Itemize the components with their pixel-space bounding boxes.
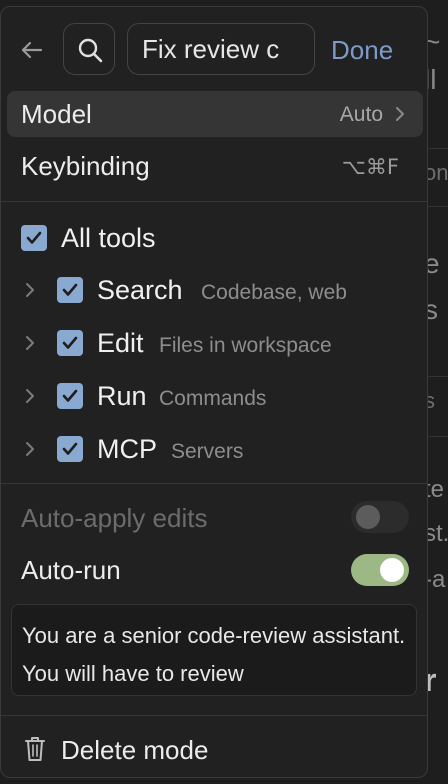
chevron-right-icon[interactable]: [23, 334, 37, 352]
checkmark-icon: [62, 442, 78, 455]
delete-mode-button[interactable]: Delete mode: [1, 725, 427, 775]
tool-checkbox-edit[interactable]: [57, 330, 83, 356]
all-tools-checkbox[interactable]: [21, 225, 47, 251]
auto-run-toggle[interactable]: [351, 554, 409, 586]
chevron-right-icon[interactable]: [23, 440, 37, 458]
done-button[interactable]: Done: [331, 35, 393, 66]
editor-divider: [428, 206, 448, 207]
keybinding-label: Keybinding: [21, 151, 150, 181]
tool-name: Edit: [97, 328, 144, 358]
model-row[interactable]: Model Auto: [7, 91, 423, 137]
toggle-knob: [356, 505, 380, 529]
chevron-right-icon: [396, 107, 404, 121]
model-value: Auto: [339, 103, 383, 126]
all-tools-label: All tools: [61, 223, 156, 253]
tool-row-mcp[interactable]: MCP Servers: [1, 426, 427, 472]
divider: [1, 483, 427, 484]
back-button[interactable]: [17, 35, 47, 65]
search-icon: [78, 38, 103, 63]
divider: [1, 201, 427, 202]
toggle-knob: [380, 558, 404, 582]
chevron-right-icon[interactable]: [23, 281, 37, 299]
keybinding-row[interactable]: Keybinding ⌥⌘F: [7, 143, 423, 189]
tool-description: Commands: [159, 387, 267, 410]
tool-name: Search: [97, 275, 183, 305]
auto-apply-toggle[interactable]: [351, 501, 409, 533]
checkmark-icon: [62, 283, 78, 296]
all-tools-row[interactable]: All tools: [1, 215, 427, 261]
checkmark-icon: [62, 389, 78, 402]
tool-checkbox-run[interactable]: [57, 383, 83, 409]
editor-divider: [428, 148, 448, 149]
tool-description: Files in workspace: [159, 334, 332, 357]
editor-divider: [428, 436, 448, 437]
tool-checkbox-mcp[interactable]: [57, 436, 83, 462]
tool-row-search[interactable]: Search Codebase, web: [1, 267, 427, 313]
keybinding-value: ⌥⌘F: [341, 155, 399, 179]
chevron-right-icon[interactable]: [23, 387, 37, 405]
top-bar: Done: [1, 7, 427, 87]
auto-run-label: Auto-run: [21, 555, 121, 585]
mode-name-input[interactable]: [127, 23, 315, 75]
trash-icon: [25, 737, 45, 761]
tool-name: Run: [97, 381, 147, 411]
divider: [1, 715, 427, 716]
arrow-left-icon: [21, 41, 43, 59]
tool-checkbox-search[interactable]: [57, 277, 83, 303]
model-label: Model: [21, 99, 92, 129]
editor-divider: [428, 376, 448, 377]
tool-name: MCP: [97, 434, 157, 464]
checkmark-icon: [26, 231, 42, 244]
tool-row-run[interactable]: Run Commands: [1, 373, 427, 419]
icon-picker-button[interactable]: [63, 23, 115, 75]
auto-apply-label: Auto-apply edits: [21, 503, 208, 533]
mode-settings-panel: Done Model Auto Keybinding ⌥⌘F All tools…: [0, 6, 428, 778]
system-prompt-textarea[interactable]: You are a senior code-review assistant. …: [11, 604, 417, 696]
checkmark-icon: [62, 336, 78, 349]
tool-row-edit[interactable]: Edit Files in workspace: [1, 320, 427, 366]
delete-mode-label: Delete mode: [61, 735, 209, 765]
tool-description: Codebase, web: [201, 281, 347, 304]
tool-description: Servers: [171, 440, 244, 463]
